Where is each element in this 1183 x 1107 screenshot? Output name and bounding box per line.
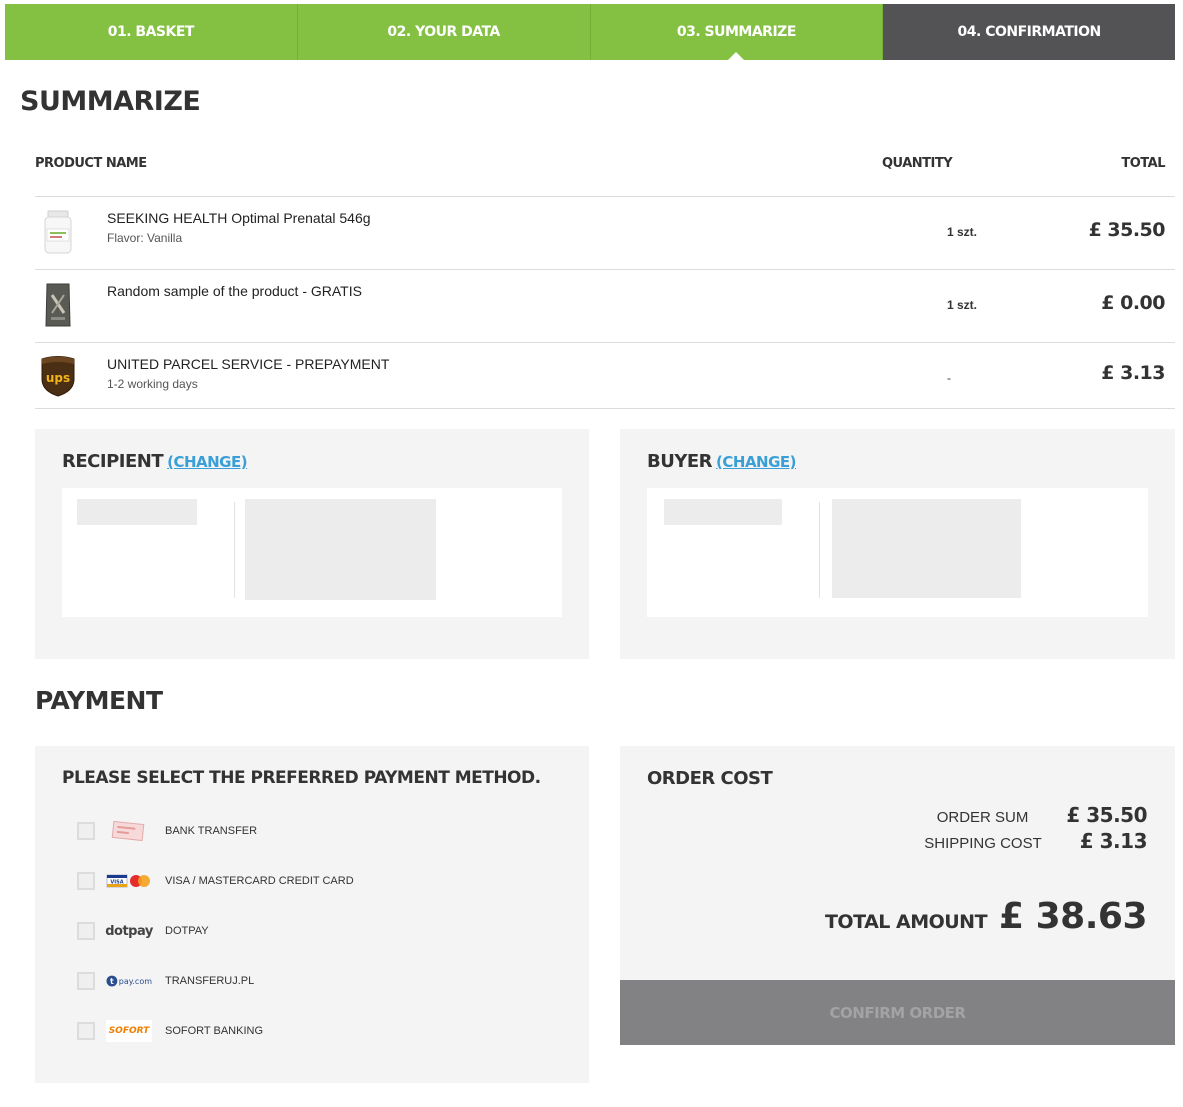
shipping-cost-line: SHIPPING COST £ 3.13 — [924, 829, 1147, 853]
order-cost-title: ORDER COST — [647, 768, 773, 789]
payment-option-label: BANK TRANSFER — [165, 825, 258, 837]
svg-text:VISA: VISA — [110, 880, 123, 886]
confirm-order-button[interactable]: CONFIRM ORDER — [620, 980, 1175, 1045]
recipient-name-placeholder — [77, 499, 197, 525]
buyer-address-placeholder — [832, 499, 1021, 598]
buyer-address-box — [647, 488, 1148, 617]
svg-text:ups: ups — [46, 371, 70, 385]
payment-checkbox[interactable] — [77, 872, 95, 890]
product-variant: Flavor: Vanilla — [107, 231, 183, 245]
header-product-name: PRODUCT NAME — [35, 156, 147, 171]
payment-checkbox[interactable] — [77, 822, 95, 840]
payment-option-transferuj[interactable]: t pay.com TRANSFERUJ.PL — [77, 969, 254, 993]
buyer-title: BUYER (CHANGE) — [647, 451, 797, 472]
supplement-jar-icon — [39, 207, 77, 257]
payment-option-label: TRANSFERUJ.PL — [165, 975, 255, 987]
shipping-delivery-time: 1-2 working days — [107, 377, 198, 391]
product-total: £ 0.00 — [1101, 292, 1165, 314]
shipping-total: £ 3.13 — [1101, 362, 1165, 384]
buyer-change-link[interactable]: (CHANGE) — [716, 453, 797, 471]
recipient-change-link[interactable]: (CHANGE) — [167, 453, 248, 471]
header-total: TOTAL — [1121, 156, 1165, 171]
product-name[interactable]: Random sample of the product - GRATIS — [107, 283, 362, 299]
step-confirmation: 04. CONFIRMATION — [883, 4, 1175, 60]
checkout-steps: 01. BASKET 02. YOUR DATA 03. SUMMARIZE 0… — [5, 4, 1175, 60]
svg-text:t: t — [110, 977, 114, 986]
total-amount-label: TOTAL AMOUNT — [824, 911, 988, 933]
ups-logo-icon: ups — [39, 351, 77, 401]
step-basket[interactable]: 01. BASKET — [5, 4, 298, 60]
buyer-panel: BUYER (CHANGE) — [620, 429, 1175, 659]
product-quantity: 1 szt. — [947, 298, 978, 312]
total-amount-line: TOTAL AMOUNT £ 38.63 — [824, 896, 1148, 937]
buyer-name-placeholder — [664, 499, 782, 525]
order-sum-line: ORDER SUM £ 35.50 — [936, 803, 1148, 827]
order-sum-label: ORDER SUM — [936, 809, 1029, 826]
table-row: SEEKING HEALTH Optimal Prenatal 546g Fla… — [35, 197, 1175, 270]
payment-title: PAYMENT — [35, 686, 163, 715]
recipient-address-box — [62, 488, 562, 617]
recipient-address-placeholder — [245, 499, 436, 600]
payment-option-label: SOFORT BANKING — [165, 1025, 264, 1037]
payment-checkbox[interactable] — [77, 1022, 95, 1040]
payment-checkbox[interactable] — [77, 972, 95, 990]
divider — [819, 502, 820, 598]
table-row: Random sample of the product - GRATIS 1 … — [35, 270, 1175, 343]
sample-pack-icon — [39, 280, 77, 330]
dotpay-logo: dotpay — [105, 923, 153, 939]
step-your-data[interactable]: 02. YOUR DATA — [297, 4, 591, 60]
sofort-logo: SOFORT — [106, 1020, 152, 1042]
payment-methods-panel: PLEASE SELECT THE PREFERRED PAYMENT METH… — [35, 746, 589, 1083]
bank-transfer-icon — [106, 820, 152, 842]
order-items-table: PRODUCT NAME QUANTITY TOTAL SEEKING HEAL… — [35, 148, 1175, 409]
payment-option-dotpay[interactable]: dotpay DOTPAY — [77, 919, 209, 943]
total-amount-value: £ 38.63 — [999, 896, 1147, 937]
shipping-quantity: - — [947, 371, 951, 385]
order-sum-value: £ 35.50 — [1066, 803, 1147, 827]
payment-option-label: DOTPAY — [165, 925, 209, 937]
recipient-panel: RECIPIENT (CHANGE) — [35, 429, 589, 659]
product-total: £ 35.50 — [1088, 219, 1166, 241]
order-cost-panel: ORDER COST ORDER SUM £ 35.50 SHIPPING CO… — [620, 746, 1175, 980]
payment-checkbox[interactable] — [77, 922, 95, 940]
payment-prompt: PLEASE SELECT THE PREFERRED PAYMENT METH… — [62, 768, 541, 788]
table-row: ups UNITED PARCEL SERVICE - PREPAYMENT 1… — [35, 343, 1175, 409]
page-title: SUMMARIZE — [20, 86, 201, 117]
step-summarize: 03. SUMMARIZE — [590, 4, 884, 60]
header-quantity: QUANTITY — [882, 156, 953, 171]
payment-option-label: VISA / MASTERCARD CREDIT CARD — [165, 875, 354, 887]
transferuj-logo: t pay.com — [106, 970, 152, 992]
payment-option-sofort[interactable]: SOFORT SOFORT BANKING — [77, 1019, 263, 1043]
product-name[interactable]: SEEKING HEALTH Optimal Prenatal 546g — [107, 210, 371, 226]
recipient-title: RECIPIENT (CHANGE) — [62, 451, 248, 472]
shipping-cost-value: £ 3.13 — [1079, 829, 1148, 853]
table-header: PRODUCT NAME QUANTITY TOTAL — [35, 148, 1175, 197]
payment-option-bank-transfer[interactable]: BANK TRANSFER — [77, 819, 257, 843]
shipping-cost-label: SHIPPING COST — [924, 835, 1042, 852]
divider — [234, 502, 235, 598]
credit-card-icon: VISA — [106, 870, 152, 892]
shipping-method-name: UNITED PARCEL SERVICE - PREPAYMENT — [107, 356, 390, 372]
product-quantity: 1 szt. — [947, 225, 978, 239]
payment-option-credit-card[interactable]: VISA VISA / MASTERCARD CREDIT CARD — [77, 869, 354, 893]
